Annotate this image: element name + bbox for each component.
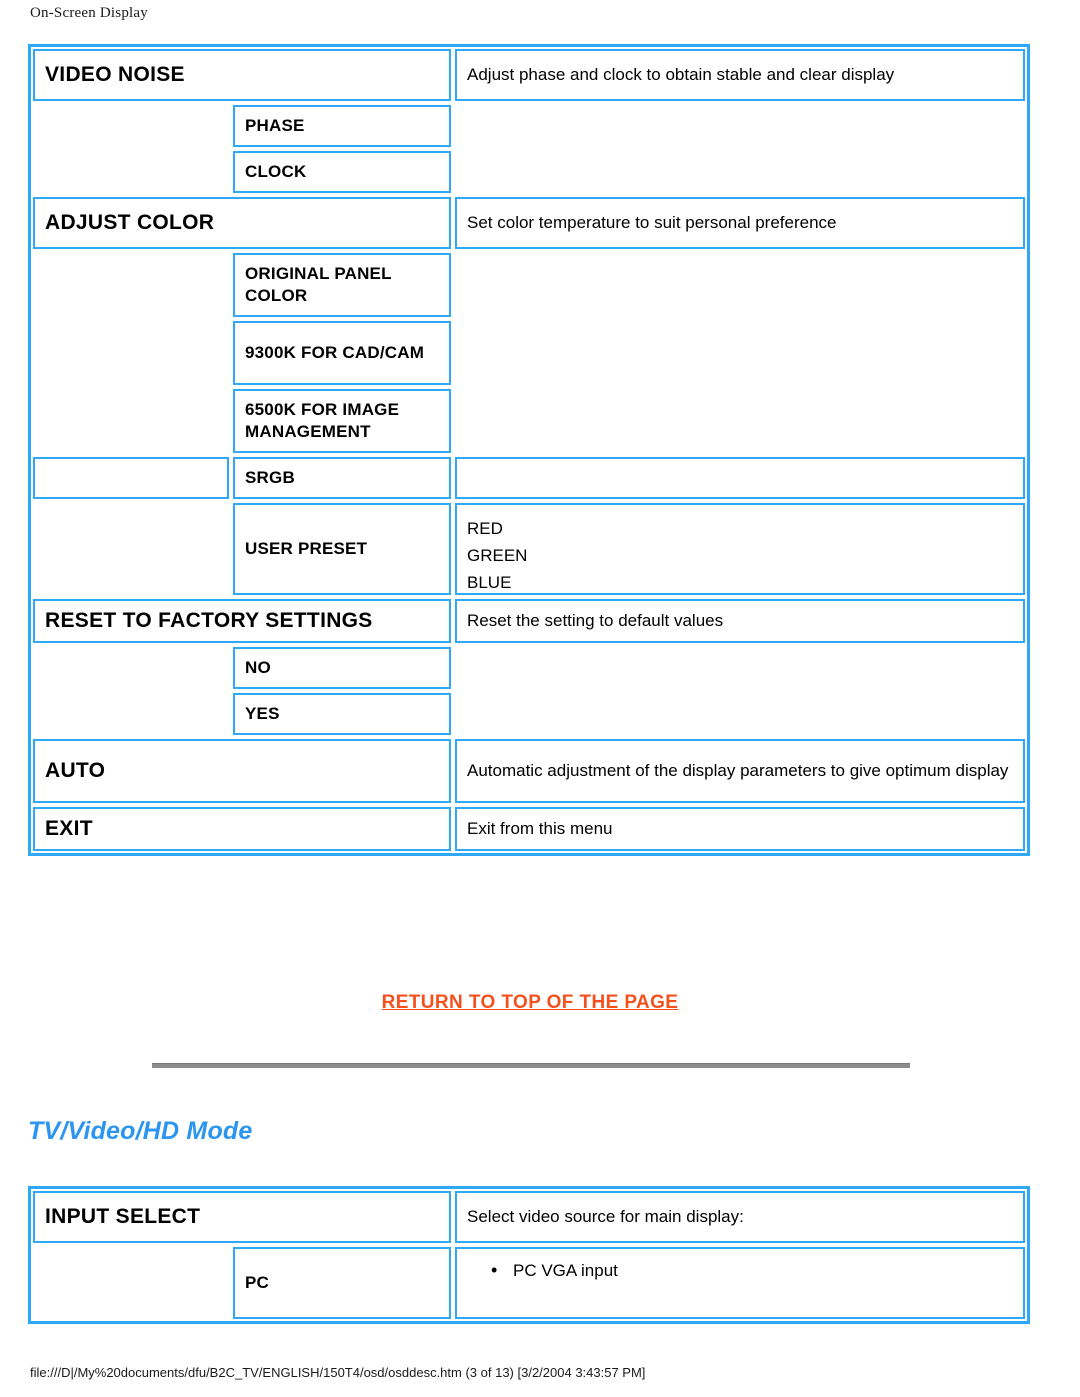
page-header-title: On-Screen Display [30, 5, 148, 21]
setting-label-cell[interactable]: ADJUST COLOR [33, 197, 451, 249]
suboption-label: PHASE [245, 115, 305, 135]
suboption-label: 6500K FOR IMAGE MANAGEMENT [245, 399, 400, 441]
suboption-label: YES [245, 703, 280, 723]
spacer-column [31, 645, 231, 691]
setting-label-cell[interactable]: INPUT SELECT [33, 1191, 451, 1243]
setting-label: ADJUST COLOR [45, 211, 215, 235]
spacer-column [31, 455, 231, 501]
description-cell-empty [455, 457, 1025, 499]
description-text: Exit from this menu [467, 818, 613, 838]
description-cell-blank [453, 387, 1027, 455]
description-cell-blank [453, 251, 1027, 319]
table-row: VIDEO NOISE Adjust phase and clock to obt… [31, 47, 1027, 103]
table-row: RESET TO FACTORY SETTINGS Reset the setti… [31, 597, 1027, 645]
suboption-label-cell[interactable]: USER PRESET [233, 503, 451, 595]
description-cell-blank [453, 645, 1027, 691]
table-row: 9300K FOR CAD/CAM [31, 319, 1027, 387]
description-cell: RED GREEN BLUE [455, 503, 1025, 595]
table-row: 6500K FOR IMAGE MANAGEMENT [31, 387, 1027, 455]
table-row: NO [31, 645, 1027, 691]
suboption-label: 9300K FOR CAD/CAM [245, 342, 425, 362]
suboption-label: ORIGINAL PANEL COLOR [245, 263, 392, 305]
suboption-label: SRGB [245, 467, 295, 487]
description-text: Reset the setting to default values [467, 610, 724, 630]
suboption-label: PC [245, 1272, 270, 1292]
description-cell: PC VGA input [455, 1247, 1025, 1319]
spacer-cell [33, 457, 229, 499]
description-text: Select video source for main display: [467, 1206, 744, 1226]
suboption-label-cell[interactable]: PHASE [233, 105, 451, 147]
suboption-label: USER PRESET [245, 538, 368, 558]
setting-label-cell[interactable]: VIDEO NOISE [33, 49, 451, 101]
spacer-column [31, 501, 231, 597]
table-row: PHASE [31, 103, 1027, 149]
setting-label: INPUT SELECT [45, 1205, 201, 1229]
suboption-label-cell[interactable]: YES [233, 693, 451, 735]
description-cell: Select video source for main display: [455, 1191, 1025, 1243]
description-cell-blank [453, 149, 1027, 195]
table-row: AUTO Automatic adjustment of the display … [31, 737, 1027, 805]
spacer-column [31, 251, 231, 319]
spacer-column [31, 387, 231, 455]
footer-file-path: file:///D|/My%20documents/dfu/B2C_TV/ENG… [30, 1365, 646, 1380]
description-cell: Exit from this menu [455, 807, 1025, 851]
spacer-column [31, 1245, 231, 1321]
suboption-label-cell[interactable]: CLOCK [233, 151, 451, 193]
description-text: RED GREEN BLUE [467, 519, 528, 593]
description-text: Adjust phase and clock to obtain stable … [467, 64, 895, 84]
section-divider [152, 1063, 910, 1068]
suboption-label-cell[interactable]: 6500K FOR IMAGE MANAGEMENT [233, 389, 451, 453]
description-cell-blank [453, 103, 1027, 149]
input-select-table: INPUT SELECT Select video source for main… [28, 1186, 1030, 1324]
spacer-column [31, 691, 231, 737]
osd-settings-table: VIDEO NOISE Adjust phase and clock to obt… [28, 44, 1030, 856]
suboption-label-cell[interactable]: SRGB [233, 457, 451, 499]
osd-table-body: VIDEO NOISE Adjust phase and clock to obt… [31, 47, 1027, 853]
return-to-top-link[interactable]: RETURN TO TOP OF THE PAGE [0, 992, 1060, 1014]
table-row: PC PC VGA input [31, 1245, 1027, 1321]
setting-label: AUTO [45, 759, 106, 783]
suboption-label: NO [245, 657, 271, 677]
description-cell: Set color temperature to suit personal p… [455, 197, 1025, 249]
suboption-label: CLOCK [245, 161, 307, 181]
setting-label-cell[interactable]: EXIT [33, 807, 451, 851]
table-row: CLOCK [31, 149, 1027, 195]
description-text: Set color temperature to suit personal p… [467, 212, 837, 232]
spacer-column [31, 149, 231, 195]
table-row: ADJUST COLOR Set color temperature to sui… [31, 195, 1027, 251]
table-row: EXIT Exit from this menu [31, 805, 1027, 853]
table-row: INPUT SELECT Select video source for main… [31, 1189, 1027, 1245]
table-row: YES [31, 691, 1027, 737]
input-table-body: INPUT SELECT Select video source for main… [31, 1189, 1027, 1321]
setting-label-cell[interactable]: RESET TO FACTORY SETTINGS [33, 599, 451, 643]
bullet-list-item: PC VGA input [457, 1258, 618, 1283]
description-text: Automatic adjustment of the display para… [467, 760, 1009, 780]
suboption-label-cell[interactable]: 9300K FOR CAD/CAM [233, 321, 451, 385]
suboption-label-cell[interactable]: PC [233, 1247, 451, 1319]
setting-label: VIDEO NOISE [45, 63, 185, 87]
setting-label: EXIT [45, 817, 93, 841]
setting-label: RESET TO FACTORY SETTINGS [45, 609, 373, 633]
table-row: USER PRESET RED GREEN BLUE [31, 501, 1027, 597]
description-cell-blank [453, 691, 1027, 737]
description-cell-blank [453, 319, 1027, 387]
section-heading-tv-video-hd: TV/Video/HD Mode [28, 1117, 253, 1145]
table-row: SRGB [31, 455, 1027, 501]
suboption-label-cell[interactable]: NO [233, 647, 451, 689]
table-row: ORIGINAL PANEL COLOR [31, 251, 1027, 319]
description-cell: Adjust phase and clock to obtain stable … [455, 49, 1025, 101]
suboption-label-cell[interactable]: ORIGINAL PANEL COLOR [233, 253, 451, 317]
spacer-column [31, 319, 231, 387]
spacer-column [31, 103, 231, 149]
description-cell: Reset the setting to default values [455, 599, 1025, 643]
description-cell: Automatic adjustment of the display para… [455, 739, 1025, 803]
setting-label-cell[interactable]: AUTO [33, 739, 451, 803]
